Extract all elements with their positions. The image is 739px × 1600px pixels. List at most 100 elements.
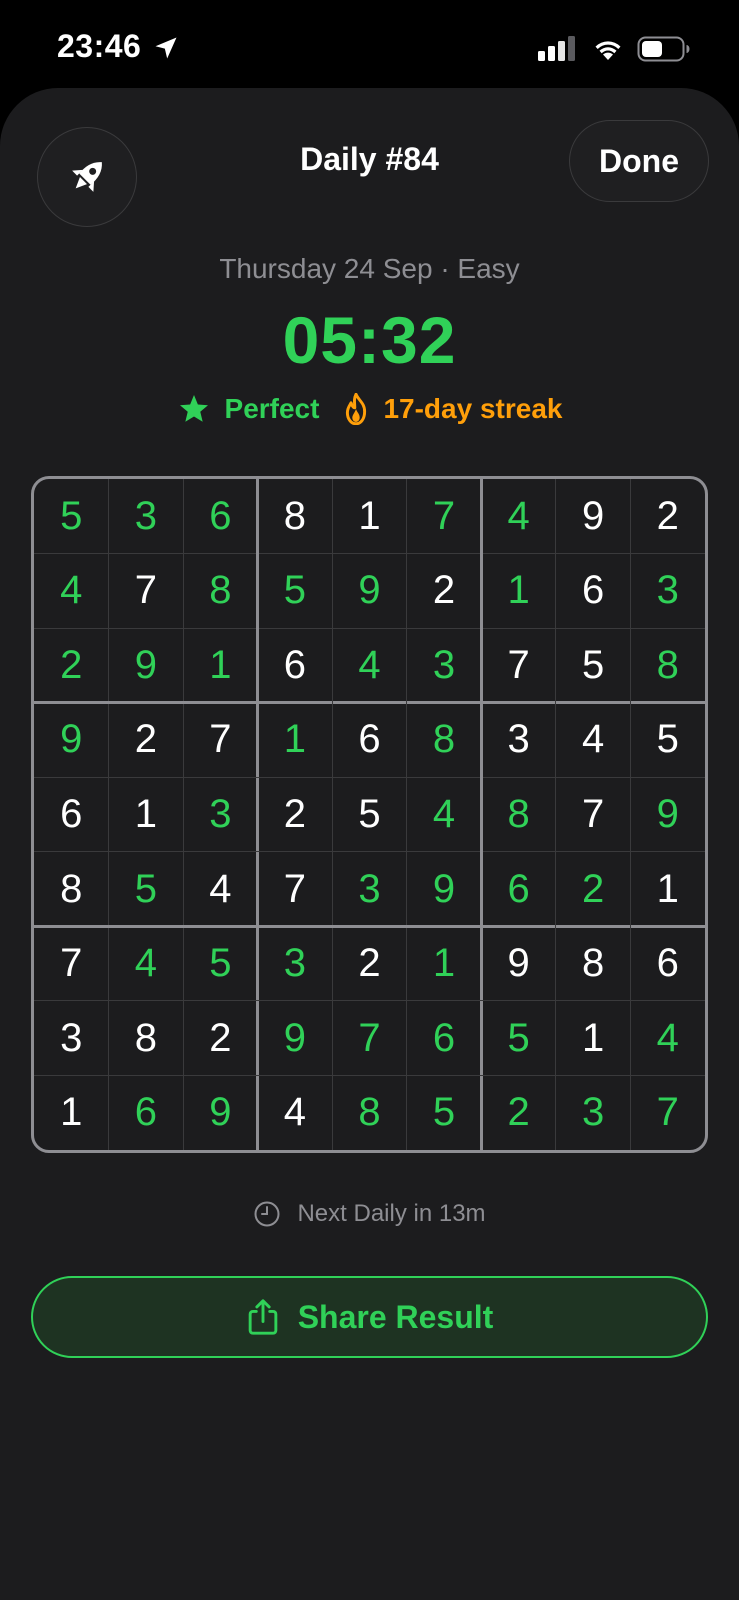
sudoku-cell[interactable]: 7: [332, 1001, 407, 1076]
sudoku-cell[interactable]: 5: [34, 479, 109, 554]
sudoku-cell[interactable]: 9: [481, 926, 556, 1001]
sudoku-cell[interactable]: 5: [109, 852, 184, 927]
sudoku-cell[interactable]: 7: [481, 628, 556, 703]
sudoku-cell[interactable]: 3: [407, 628, 482, 703]
sudoku-cell[interactable]: 5: [183, 926, 258, 1001]
sudoku-cell[interactable]: 4: [407, 777, 482, 852]
sudoku-cell[interactable]: 4: [258, 1075, 333, 1150]
sudoku-cell[interactable]: 6: [258, 628, 333, 703]
sudoku-cell[interactable]: 7: [34, 926, 109, 1001]
sudoku-cell[interactable]: 9: [332, 554, 407, 629]
sudoku-cell[interactable]: 8: [258, 479, 333, 554]
sudoku-cell[interactable]: 6: [332, 703, 407, 778]
status-time: 23:46: [57, 28, 142, 64]
sudoku-cell[interactable]: 6: [556, 554, 631, 629]
sudoku-cell[interactable]: 7: [258, 852, 333, 927]
sudoku-cell[interactable]: 2: [183, 1001, 258, 1076]
sudoku-cell[interactable]: 3: [183, 777, 258, 852]
sudoku-cell[interactable]: 8: [109, 1001, 184, 1076]
sudoku-cell[interactable]: 5: [258, 554, 333, 629]
sudoku-cell[interactable]: 7: [183, 703, 258, 778]
sudoku-board: 5368174924785921632916437589271683456132…: [31, 476, 708, 1153]
sudoku-cell[interactable]: 7: [407, 479, 482, 554]
sudoku-cell[interactable]: 6: [630, 926, 705, 1001]
sudoku-cell[interactable]: 9: [109, 628, 184, 703]
sudoku-cell[interactable]: 2: [34, 628, 109, 703]
sudoku-cell[interactable]: 6: [407, 1001, 482, 1076]
perfect-label: Perfect: [224, 393, 320, 424]
sudoku-cell[interactable]: 2: [109, 703, 184, 778]
sudoku-cell[interactable]: 3: [332, 852, 407, 927]
streak-badge: 17-day streak: [343, 393, 562, 425]
streak-label: 17-day streak: [383, 393, 563, 424]
sudoku-cell[interactable]: 2: [332, 926, 407, 1001]
sudoku-cell[interactable]: 7: [109, 554, 184, 629]
sudoku-cell[interactable]: 6: [481, 852, 556, 927]
perfect-badge: Perfect: [177, 393, 320, 425]
sudoku-cell[interactable]: 5: [630, 703, 705, 778]
sudoku-cell[interactable]: 5: [407, 1075, 482, 1150]
sudoku-cell[interactable]: 9: [34, 703, 109, 778]
sudoku-cell[interactable]: 4: [109, 926, 184, 1001]
sudoku-cell[interactable]: 3: [34, 1001, 109, 1076]
sudoku-cell[interactable]: 8: [34, 852, 109, 927]
sudoku-cell[interactable]: 2: [258, 777, 333, 852]
share-result-button[interactable]: Share Result: [31, 1276, 708, 1358]
sudoku-cell[interactable]: 1: [556, 1001, 631, 1076]
status-bar: 23:46: [0, 0, 739, 90]
wifi-icon: [595, 41, 621, 60]
flame-icon: [346, 393, 367, 425]
sudoku-cell[interactable]: 2: [556, 852, 631, 927]
sudoku-cell[interactable]: 5: [332, 777, 407, 852]
sudoku-cell[interactable]: 8: [630, 628, 705, 703]
sudoku-cell[interactable]: 6: [183, 479, 258, 554]
cellular-signal-icon: [538, 36, 575, 61]
sudoku-cell[interactable]: 6: [34, 777, 109, 852]
result-badges: Perfect 17-day streak: [0, 393, 739, 425]
sudoku-cell[interactable]: 2: [407, 554, 482, 629]
sudoku-cell[interactable]: 5: [556, 628, 631, 703]
sudoku-cell[interactable]: 1: [109, 777, 184, 852]
sudoku-cell[interactable]: 4: [34, 554, 109, 629]
sudoku-cell[interactable]: 3: [556, 1075, 631, 1150]
sudoku-cell[interactable]: 9: [630, 777, 705, 852]
next-daily-info: Next Daily in 13m: [0, 1200, 739, 1228]
sudoku-cell[interactable]: 3: [258, 926, 333, 1001]
sudoku-cell[interactable]: 9: [258, 1001, 333, 1076]
sudoku-cell[interactable]: 7: [630, 1075, 705, 1150]
sudoku-cell[interactable]: 9: [183, 1075, 258, 1150]
next-daily-label: Next Daily in 13m: [297, 1200, 486, 1227]
sudoku-cell[interactable]: 3: [630, 554, 705, 629]
sudoku-cell[interactable]: 7: [556, 777, 631, 852]
sudoku-cell[interactable]: 8: [481, 777, 556, 852]
sudoku-cell[interactable]: 4: [183, 852, 258, 927]
sudoku-cell[interactable]: 1: [630, 852, 705, 927]
sudoku-cell[interactable]: 8: [407, 703, 482, 778]
sudoku-cell[interactable]: 6: [109, 1075, 184, 1150]
sudoku-cell[interactable]: 1: [258, 703, 333, 778]
sudoku-cell[interactable]: 4: [556, 703, 631, 778]
sudoku-cell[interactable]: 2: [481, 1075, 556, 1150]
sudoku-cell[interactable]: 8: [556, 926, 631, 1001]
sudoku-cell[interactable]: 1: [407, 926, 482, 1001]
sudoku-cell[interactable]: 1: [332, 479, 407, 554]
sudoku-cell[interactable]: 4: [630, 1001, 705, 1076]
sudoku-cell[interactable]: 4: [481, 479, 556, 554]
sudoku-cell[interactable]: 8: [183, 554, 258, 629]
sudoku-cell[interactable]: 8: [332, 1075, 407, 1150]
sudoku-cell[interactable]: 5: [481, 1001, 556, 1076]
location-arrow-icon: [155, 37, 177, 59]
sudoku-cell[interactable]: 4: [332, 628, 407, 703]
sudoku-cell[interactable]: 1: [481, 554, 556, 629]
sudoku-cell[interactable]: 1: [34, 1075, 109, 1150]
sudoku-cell[interactable]: 9: [556, 479, 631, 554]
sudoku-cell[interactable]: 1: [183, 628, 258, 703]
battery-icon: [637, 36, 690, 62]
date-difficulty-subtitle: Thursday 24 Sep · Easy: [219, 253, 520, 284]
sudoku-cell[interactable]: 9: [407, 852, 482, 927]
done-button[interactable]: Done: [569, 120, 709, 202]
completion-timer: 05:32: [282, 303, 457, 377]
sudoku-cell[interactable]: 3: [109, 479, 184, 554]
sudoku-cell[interactable]: 3: [481, 703, 556, 778]
sudoku-cell[interactable]: 2: [630, 479, 705, 554]
